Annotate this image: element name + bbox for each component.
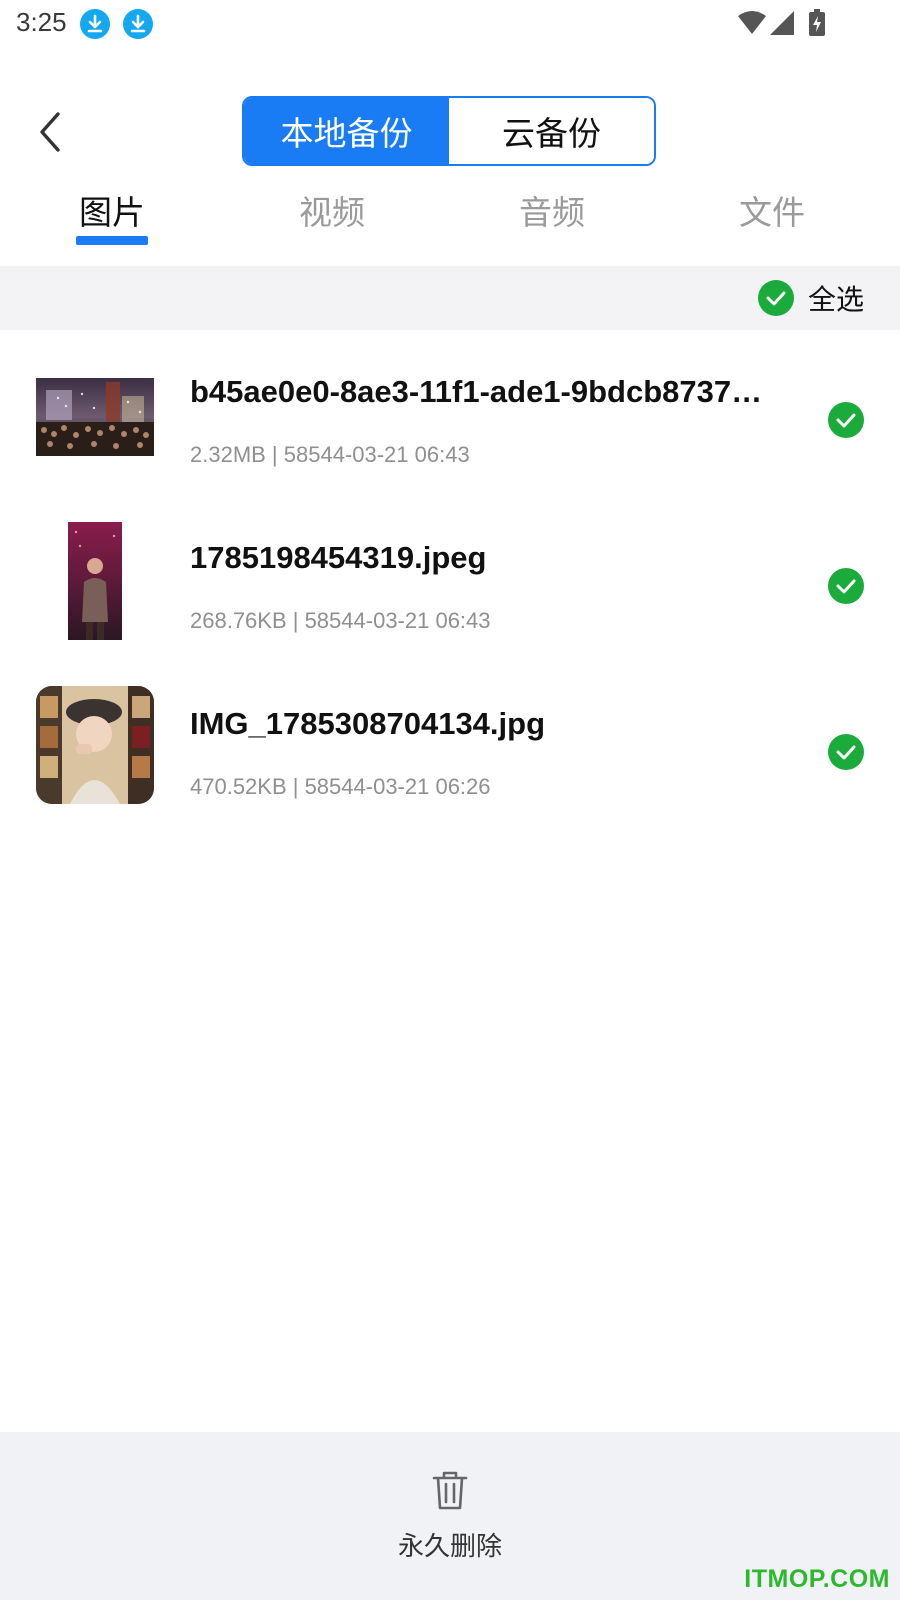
- delete-label: 永久删除: [397, 1532, 502, 1562]
- category-tabs: 图片 视频 音频 文件: [0, 190, 900, 254]
- download-icon: [80, 9, 110, 39]
- segment-cloud-backup[interactable]: 云备份: [449, 98, 654, 164]
- file-name: IMG_1785308704134.jpg: [190, 706, 546, 741]
- back-button[interactable]: [30, 108, 70, 156]
- file-list: b45ae0e0-8ae3-11f1-ade1-9bdcb8737… 2.32M…: [0, 330, 900, 828]
- status-icons: [736, 8, 846, 38]
- file-thumbnail: [36, 378, 154, 456]
- tab-files[interactable]: 文件: [712, 190, 832, 236]
- battery-charging-icon: [809, 9, 825, 36]
- status-bar: 3:25: [0, 0, 900, 48]
- check-circle-icon[interactable]: [828, 402, 864, 438]
- file-name: b45ae0e0-8ae3-11f1-ade1-9bdcb8737…: [190, 374, 763, 409]
- permanent-delete-button[interactable]: 永久删除: [380, 1468, 520, 1568]
- watermark: ITMOP.COM: [744, 1565, 890, 1593]
- download-icon: [123, 9, 153, 39]
- list-item[interactable]: b45ae0e0-8ae3-11f1-ade1-9bdcb8737… 2.32M…: [0, 330, 900, 496]
- list-item[interactable]: 1785198454319.jpeg 268.76KB | 58544-03-2…: [0, 496, 900, 662]
- file-name: 1785198454319.jpeg: [190, 540, 487, 575]
- select-all-toggle[interactable]: 全选: [757, 278, 864, 318]
- check-circle-icon[interactable]: [828, 734, 864, 770]
- tab-videos[interactable]: 视频: [272, 190, 392, 236]
- check-circle-icon[interactable]: [828, 568, 864, 604]
- check-circle-icon: [757, 280, 794, 316]
- file-meta: 2.32MB | 58544-03-21 06:43: [190, 442, 470, 467]
- file-meta: 268.76KB | 58544-03-21 06:43: [190, 608, 491, 633]
- file-thumbnail: [68, 522, 122, 640]
- bottom-action-bar: 永久删除 ITMOP.COM: [0, 1432, 900, 1600]
- backup-segmented-control: 本地备份 云备份: [242, 96, 656, 166]
- tab-images[interactable]: 图片: [52, 190, 172, 236]
- status-time: 3:25: [16, 7, 67, 37]
- segment-local-backup[interactable]: 本地备份: [244, 98, 449, 164]
- list-item[interactable]: IMG_1785308704134.jpg 470.52KB | 58544-0…: [0, 662, 900, 828]
- trash-icon: [428, 1468, 472, 1516]
- select-all-bar: 全选: [0, 266, 900, 330]
- wifi-icon: [738, 11, 766, 34]
- active-tab-indicator: [76, 236, 148, 245]
- select-all-label: 全选: [807, 283, 864, 316]
- tab-audio[interactable]: 音频: [492, 190, 612, 236]
- file-thumbnail: [36, 686, 154, 804]
- cell-signal-icon: [770, 11, 794, 35]
- file-meta: 470.52KB | 58544-03-21 06:26: [190, 774, 491, 799]
- chevron-left-icon: [40, 112, 60, 152]
